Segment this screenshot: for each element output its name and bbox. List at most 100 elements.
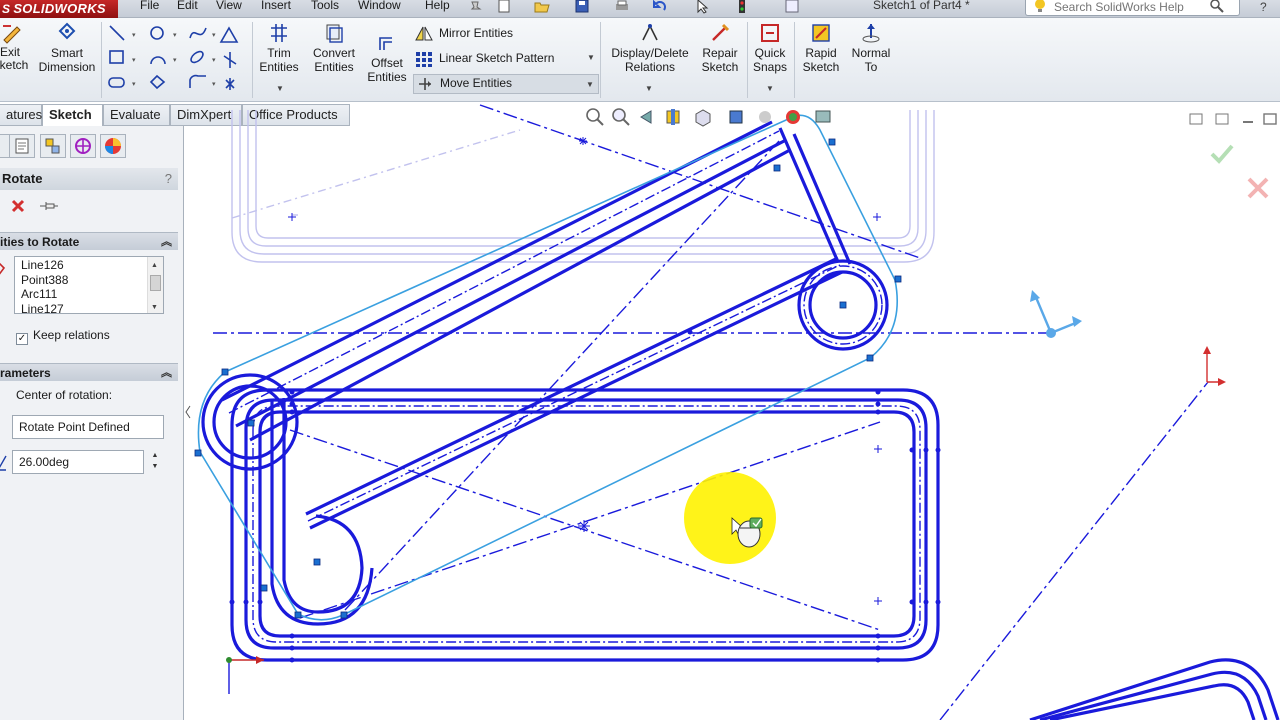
parameters-header[interactable]: rameters ︽ [0, 363, 178, 381]
dimxpert-manager-tab[interactable] [70, 134, 96, 158]
normal-to-button[interactable]: Normal To [848, 22, 894, 74]
svg-text:▾: ▾ [173, 57, 177, 64]
list-item[interactable]: Arc111 [21, 287, 163, 302]
linear-sketch-pattern-label: Linear Sketch Pattern [439, 51, 555, 65]
pushpin-icon[interactable] [38, 198, 60, 214]
minimize-icon[interactable] [1240, 112, 1256, 126]
solidworks-logo[interactable]: S SOLIDWORKS [0, 0, 118, 18]
cancel-x-icon[interactable] [10, 198, 26, 214]
chevron-down-icon[interactable]: ▼ [586, 77, 594, 93]
list-item[interactable]: Point388 [21, 273, 163, 288]
undo-icon[interactable] [652, 0, 668, 14]
hide-show-items-icon[interactable] [755, 107, 775, 127]
scroll-thumb[interactable] [150, 275, 161, 291]
keep-relations-checkbox[interactable]: ✓ Keep relations [16, 328, 110, 345]
menu-tools[interactable]: Tools [311, 0, 339, 18]
display-delete-relations-button[interactable]: Display/Delete Relations [606, 22, 694, 74]
print-icon[interactable] [614, 0, 630, 14]
menu-file[interactable]: File [140, 0, 159, 18]
solidworks-window: S SOLIDWORKS File Edit View Insert Tools … [0, 0, 1280, 720]
reference-triad [1203, 346, 1226, 386]
zoom-to-fit-icon[interactable] [585, 107, 605, 127]
angle-spinner[interactable]: ▲ ▼ [146, 450, 164, 474]
scroll-up-icon[interactable]: ▲ [151, 259, 158, 274]
rectangle-tool-icon [109, 50, 124, 64]
menu-view[interactable]: View [216, 0, 242, 18]
entities-list[interactable]: Line126 Point388 Arc111 Line127 ▲ ▼ [14, 256, 164, 314]
repair-sketch-button[interactable]: Repair Sketch [698, 22, 742, 74]
spin-up-icon[interactable]: ▲ [146, 450, 164, 461]
open-folder-icon[interactable] [534, 0, 550, 14]
rapid-sketch-button[interactable]: Rapid Sketch [798, 22, 844, 74]
property-manager-tab[interactable] [9, 134, 35, 158]
move-entities-button[interactable]: Move Entities ▼ [413, 74, 599, 94]
apply-scene-icon[interactable] [813, 107, 833, 127]
new-document-icon[interactable] [496, 0, 512, 14]
normal-to-icon [862, 24, 880, 43]
tab-evaluate[interactable]: Evaluate [103, 104, 170, 126]
sketch-entities-toolgrid[interactable]: ▾ ▾ ▾ ▾ ▾ ▾ ▾ ▾ [106, 22, 248, 98]
svg-text:▾: ▾ [132, 57, 136, 64]
checkbox-checked-icon[interactable]: ✓ [16, 333, 28, 345]
maximize-icon[interactable] [1262, 112, 1278, 126]
menu-edit[interactable]: Edit [177, 0, 198, 18]
command-manager: Exit Sketch Smart Dimension [0, 18, 1280, 102]
search-icon[interactable] [1209, 0, 1225, 13]
cursor-highlight [684, 472, 776, 564]
red-x-icon[interactable] [1244, 174, 1272, 202]
list-item[interactable]: Line127 [21, 302, 163, 314]
file-properties-icon[interactable] [784, 0, 800, 14]
property-manager-icon [15, 138, 29, 154]
previous-view-icon[interactable] [637, 107, 657, 127]
menu-insert[interactable]: Insert [261, 0, 291, 18]
chevron-down-icon[interactable]: ▼ [766, 84, 774, 93]
search-box[interactable] [1025, 0, 1240, 16]
edit-appearance-icon[interactable] [783, 107, 803, 127]
list-scrollbar[interactable]: ▲ ▼ [147, 257, 163, 313]
save-icon[interactable] [574, 0, 590, 14]
center-of-rotation-field[interactable]: Rotate Point Defined [12, 415, 164, 439]
tile-icon[interactable] [1188, 112, 1204, 126]
spin-down-icon[interactable]: ▼ [146, 461, 164, 472]
scroll-down-icon[interactable]: ▼ [151, 301, 158, 313]
menu-window[interactable]: Window [358, 0, 401, 18]
display-manager-tab[interactable] [100, 134, 126, 158]
smart-dimension-button[interactable]: Smart Dimension [35, 22, 99, 74]
graphics-area[interactable] [185, 102, 1280, 720]
linear-sketch-pattern-button[interactable]: Linear Sketch Pattern ▼ [415, 50, 595, 70]
rotation-angle-input[interactable]: 26.00deg [12, 450, 144, 474]
collapse-icon[interactable]: ︽ [161, 233, 172, 251]
chevron-down-icon[interactable]: ▼ [645, 84, 653, 93]
traffic-light-icon[interactable] [734, 0, 750, 14]
help-icon[interactable]: ? [165, 168, 172, 190]
offset-entities-button[interactable]: Offset Entities [364, 32, 410, 84]
restore-icon[interactable] [1214, 112, 1230, 126]
help-question-icon[interactable]: ? [1256, 0, 1272, 14]
trim-entities-button[interactable]: Trim Entities [256, 22, 302, 74]
mirror-entities-button[interactable]: Mirror Entities [415, 25, 513, 45]
quick-snaps-button[interactable]: Quick Snaps [750, 22, 790, 74]
ribbon-separator [747, 22, 748, 98]
chevron-down-icon[interactable]: ▼ [587, 50, 595, 66]
zoom-area-icon[interactable] [611, 107, 631, 127]
green-check-icon[interactable] [1208, 140, 1236, 168]
exit-sketch-button[interactable]: Exit Sketch [0, 22, 28, 72]
plane-tool-icon [223, 52, 237, 68]
collapse-icon[interactable]: ︽ [161, 364, 172, 382]
select-arrow-icon[interactable] [694, 0, 710, 14]
quick-snaps-icon [761, 24, 779, 42]
tab-features[interactable]: atures [0, 104, 42, 126]
display-style-icon[interactable] [727, 107, 747, 127]
pushpin-icon[interactable] [468, 0, 484, 14]
configuration-manager-tab[interactable] [40, 134, 66, 158]
entities-to-rotate-header[interactable]: ities to Rotate ︽ [0, 232, 178, 250]
ribbon-separator [794, 22, 795, 98]
chevron-down-icon[interactable]: ▼ [276, 84, 284, 93]
menu-help[interactable]: Help [425, 0, 450, 18]
list-item[interactable]: Line126 [21, 258, 163, 273]
tab-sketch[interactable]: Sketch [42, 104, 103, 127]
convert-entities-button[interactable]: Convert Entities [306, 22, 362, 74]
search-input[interactable] [1054, 1, 1224, 13]
view-orientation-icon[interactable] [693, 107, 713, 127]
section-view-icon[interactable] [663, 107, 683, 127]
